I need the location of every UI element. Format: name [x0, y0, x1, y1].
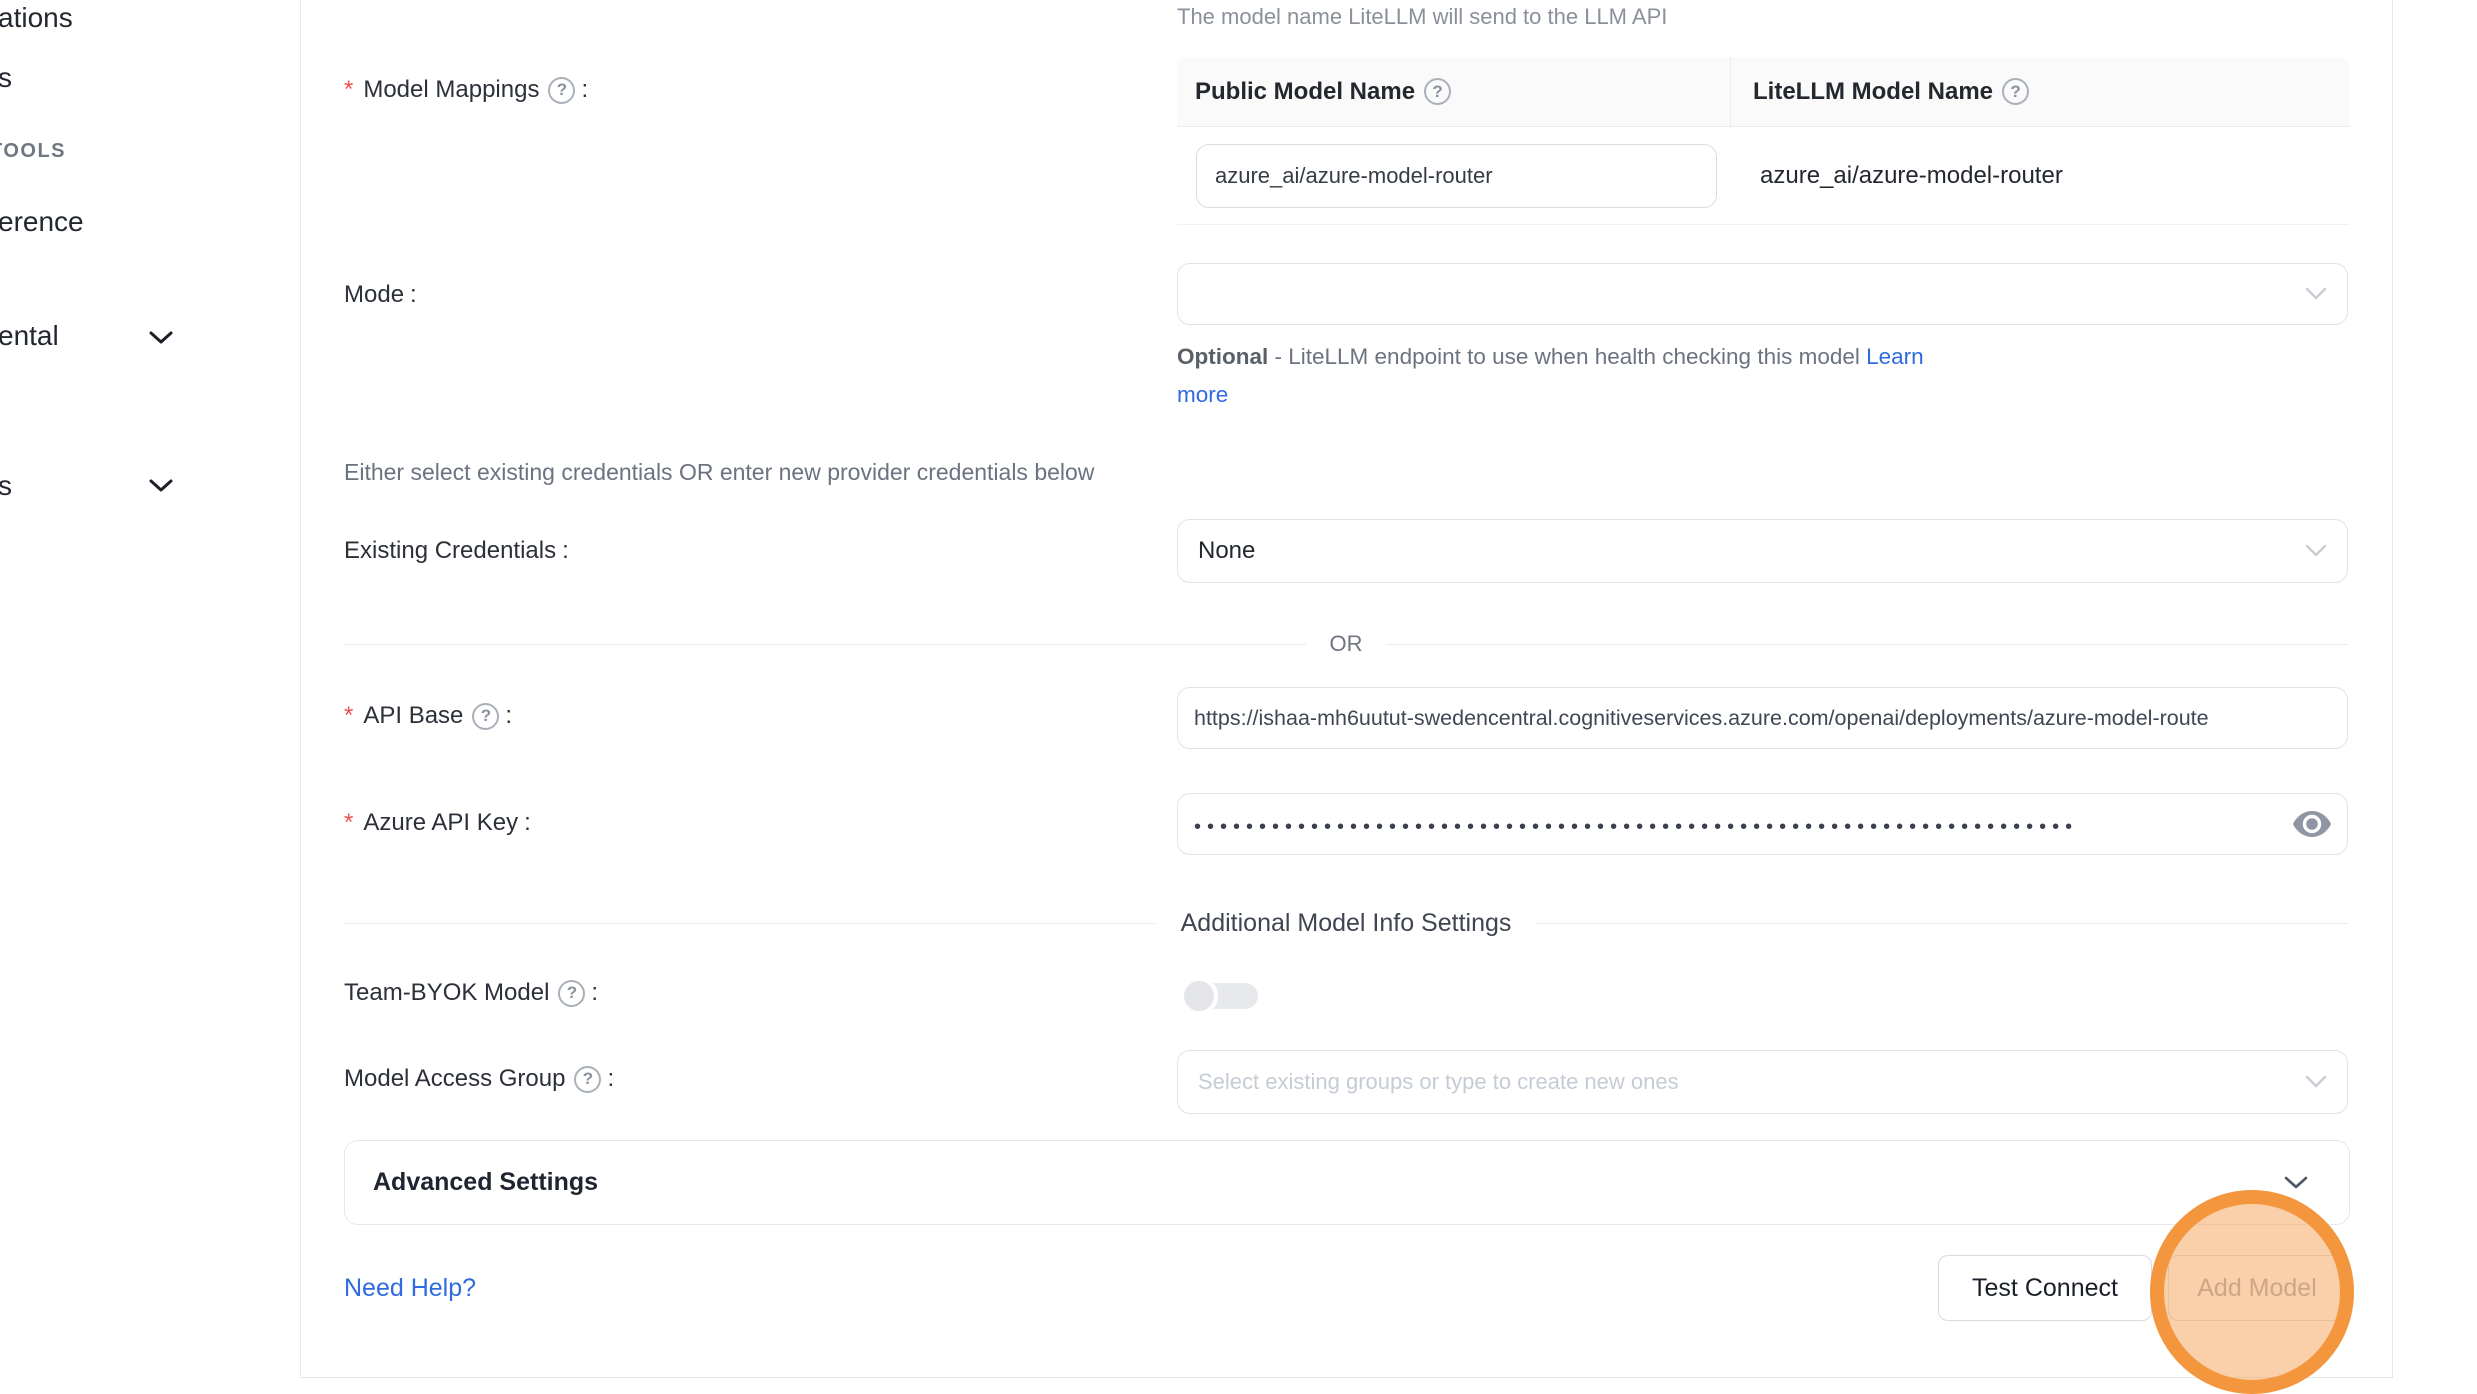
chevron-down-icon: [2305, 287, 2327, 301]
masked-api-key: ••••••••••••••••••••••••••••••••••••••••…: [1194, 816, 2078, 839]
sidebar: ations s TOOLS erence ental s: [0, 0, 301, 1385]
team-byok-toggle[interactable]: [1180, 977, 1260, 1015]
public-model-name-input[interactable]: azure_ai/azure-model-router: [1196, 144, 1717, 208]
chevron-down-icon[interactable]: [148, 330, 174, 346]
chevron-down-icon: [2305, 1075, 2327, 1089]
required-asterisk: *: [344, 809, 353, 837]
help-icon[interactable]: ?: [548, 77, 575, 104]
sidebar-item-clipped-5[interactable]: s: [0, 470, 12, 502]
need-help-link[interactable]: Need Help?: [344, 1274, 476, 1303]
sidebar-item-clipped-3[interactable]: erence: [0, 206, 84, 238]
or-divider: OR: [344, 628, 2348, 660]
mode-select[interactable]: [1177, 263, 2348, 325]
api-base-label-row: * API Base ? :: [344, 702, 512, 730]
advanced-settings-panel[interactable]: Advanced Settings: [344, 1140, 2350, 1225]
azure-api-key-label: Azure API Key: [363, 809, 518, 837]
model-access-group-select[interactable]: Select existing groups or type to create…: [1177, 1050, 2348, 1114]
help-icon[interactable]: ?: [472, 703, 499, 730]
existing-credentials-label-row: Existing Credentials :: [344, 537, 569, 565]
azure-api-key-label-row: * Azure API Key :: [344, 809, 531, 837]
model-access-group-label: Model Access Group: [344, 1065, 565, 1093]
existing-credentials-select[interactable]: None: [1177, 519, 2348, 583]
api-base-input[interactable]: https://ishaa-mh6uutut-swedencentral.cog…: [1177, 687, 2348, 749]
litellm-model-name-value: azure_ai/azure-model-router: [1760, 162, 2063, 190]
chevron-down-icon: [2305, 544, 2327, 558]
sidebar-item-clipped-1[interactable]: ations: [0, 2, 73, 34]
mode-label: Mode: [344, 281, 404, 309]
sidebar-item-clipped-2[interactable]: s: [0, 62, 12, 94]
sidebar-section-tools: TOOLS: [0, 140, 66, 163]
existing-credentials-label: Existing Credentials: [344, 537, 556, 565]
eye-icon[interactable]: [2291, 803, 2333, 845]
table-header-row: Public Model Name ? LiteLLM Model Name ?: [1177, 57, 2349, 127]
required-asterisk: *: [344, 702, 353, 730]
toggle-knob: [1180, 977, 1218, 1015]
model-name-hint: The model name LiteLLM will send to the …: [1177, 4, 1667, 30]
help-icon[interactable]: ?: [574, 1066, 601, 1093]
mode-optional-note: Optional - LiteLLM endpoint to use when …: [1177, 338, 1977, 414]
test-connect-button[interactable]: Test Connect: [1938, 1255, 2152, 1321]
additional-settings-divider: Additional Model Info Settings: [344, 906, 2348, 940]
mode-label-row: Mode :: [344, 281, 417, 309]
model-access-group-placeholder: Select existing groups or type to create…: [1198, 1069, 1679, 1095]
or-text: OR: [1306, 631, 1387, 657]
model-mappings-label-row: * Model Mappings ? :: [344, 76, 588, 104]
azure-api-key-input[interactable]: ••••••••••••••••••••••••••••••••••••••••…: [1177, 793, 2348, 855]
table-row: azure_ai/azure-model-router azure_ai/azu…: [1177, 127, 2349, 225]
chevron-down-icon[interactable]: [148, 478, 174, 494]
api-base-label: API Base: [363, 702, 463, 730]
additional-settings-title: Additional Model Info Settings: [1155, 909, 1538, 938]
team-byok-label: Team-BYOK Model: [344, 979, 549, 1007]
model-mappings-label: Model Mappings: [363, 76, 539, 104]
col-public-model-name: Public Model Name ?: [1177, 57, 1730, 126]
chevron-down-icon[interactable]: [2283, 1175, 2309, 1191]
advanced-settings-title: Advanced Settings: [373, 1168, 2283, 1197]
help-icon[interactable]: ?: [558, 980, 585, 1007]
help-icon[interactable]: ?: [1424, 78, 1451, 105]
credentials-note: Either select existing credentials OR en…: [344, 459, 1094, 486]
model-mappings-table: Public Model Name ? LiteLLM Model Name ?…: [1177, 57, 2349, 225]
sidebar-item-clipped-4[interactable]: ental: [0, 320, 59, 352]
team-byok-label-row: Team-BYOK Model ? :: [344, 979, 598, 1007]
required-asterisk: *: [344, 76, 353, 104]
help-icon[interactable]: ?: [2002, 78, 2029, 105]
annotation-highlight-circle: [2150, 1190, 2354, 1394]
model-access-group-label-row: Model Access Group ? :: [344, 1065, 614, 1093]
col-litellm-model-name: LiteLLM Model Name ?: [1730, 57, 2349, 126]
